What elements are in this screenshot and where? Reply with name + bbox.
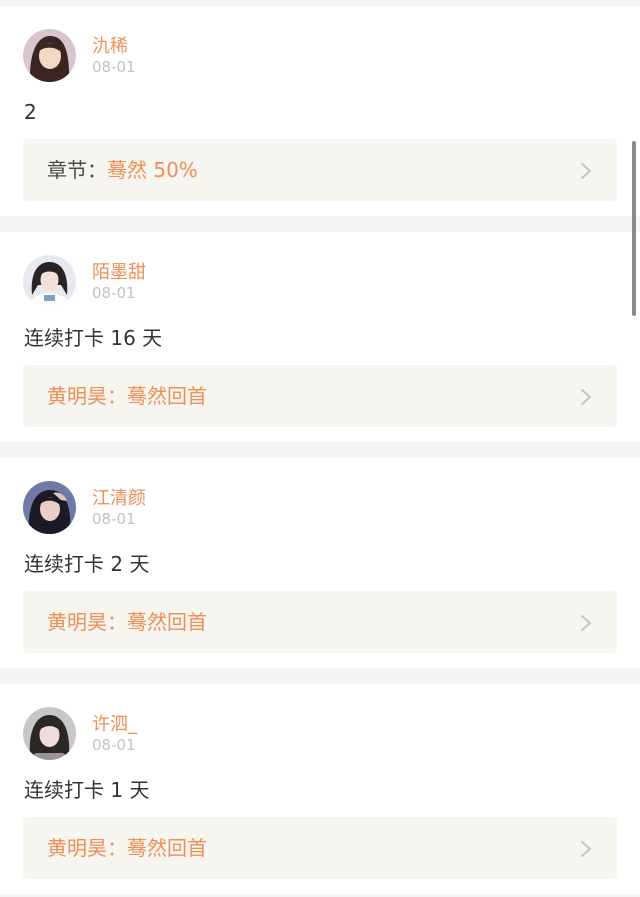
chapter-title: 蓦然 50% <box>107 158 198 182</box>
chapter-prefix: 章节： <box>47 158 107 182</box>
chapter-link[interactable]: 章节：蓦然 50% <box>23 139 617 201</box>
post-date: 08-01 <box>92 284 136 302</box>
avatar[interactable] <box>23 255 76 308</box>
post-content: 连续打卡 2 天 <box>24 552 150 576</box>
chapter-label: 章节：蓦然 50% <box>47 156 198 184</box>
user-name[interactable]: 氿稀 <box>92 36 128 58</box>
post-content: 2 <box>24 100 37 124</box>
post-content: 连续打卡 16 天 <box>24 326 163 350</box>
scrollbar[interactable] <box>632 141 636 316</box>
user-name[interactable]: 许泗_ <box>92 714 137 736</box>
chevron-right-icon <box>581 389 591 405</box>
post-card: 许泗_ 08-01 连续打卡 1 天 黄明昊：蓦然回首 <box>0 684 640 894</box>
chevron-right-icon <box>581 615 591 631</box>
user-name[interactable]: 江清颜 <box>92 488 146 510</box>
chapter-label: 黄明昊：蓦然回首 <box>47 382 207 410</box>
chapter-link[interactable]: 黄明昊：蓦然回首 <box>23 591 617 653</box>
user-name[interactable]: 陌墨甜 <box>92 262 146 284</box>
chapter-link[interactable]: 黄明昊：蓦然回首 <box>23 817 617 879</box>
chevron-right-icon <box>581 163 591 179</box>
avatar[interactable] <box>23 29 76 82</box>
post-card: 陌墨甜 08-01 连续打卡 16 天 黄明昊：蓦然回首 <box>0 232 640 442</box>
post-content: 连续打卡 1 天 <box>24 778 150 802</box>
avatar[interactable] <box>23 707 76 760</box>
chapter-label: 黄明昊：蓦然回首 <box>47 834 207 862</box>
chapter-title: 黄明昊：蓦然回首 <box>47 836 207 860</box>
post-date: 08-01 <box>92 58 136 76</box>
chapter-label: 黄明昊：蓦然回首 <box>47 608 207 636</box>
post-date: 08-01 <box>92 736 136 754</box>
chapter-link[interactable]: 黄明昊：蓦然回首 <box>23 365 617 427</box>
avatar[interactable] <box>23 481 76 534</box>
chapter-title: 黄明昊：蓦然回首 <box>47 610 207 634</box>
chevron-right-icon <box>581 841 591 857</box>
chapter-title: 黄明昊：蓦然回首 <box>47 384 207 408</box>
post-date: 08-01 <box>92 510 136 528</box>
post-card: 氿稀 08-01 2 章节：蓦然 50% <box>0 6 640 216</box>
post-card: 江清颜 08-01 连续打卡 2 天 黄明昊：蓦然回首 <box>0 458 640 668</box>
post-feed: 氿稀 08-01 2 章节：蓦然 50% 陌墨甜 08-01 连续打卡 16 天… <box>0 0 640 897</box>
